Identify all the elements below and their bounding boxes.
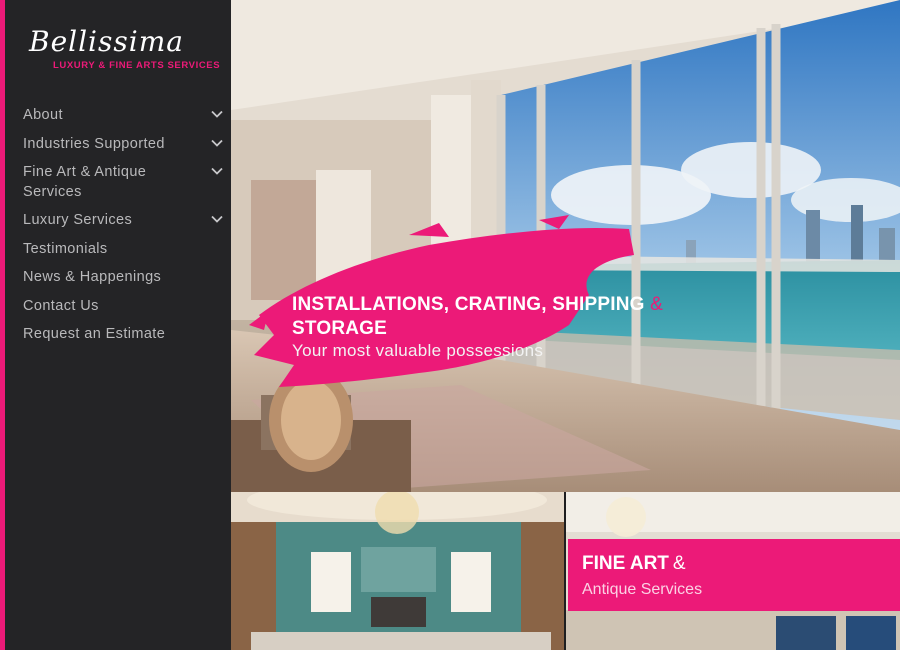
chevron-down-icon[interactable] bbox=[211, 108, 223, 120]
fine-art-title: FINE ART & bbox=[582, 553, 686, 575]
nav-item-industries-supported[interactable]: Industries Supported bbox=[23, 135, 223, 155]
brand-tagline: LUXURY & FINE ARTS SERVICES bbox=[53, 60, 221, 71]
brand-name: Bellissima bbox=[29, 25, 184, 58]
dining-room-tile[interactable] bbox=[231, 492, 564, 650]
chevron-down-icon[interactable] bbox=[211, 165, 223, 177]
brand-logo[interactable]: Bellissima LUXURY & FINE ARTS SERVICES bbox=[27, 25, 227, 72]
fine-art-title-amp: & bbox=[672, 553, 686, 574]
nav-item-news-happenings[interactable]: News & Happenings bbox=[23, 268, 223, 288]
hero-subtitle: Your most valuable possessions bbox=[292, 341, 544, 360]
hero-title-main: INSTALLATIONS, CRATING, SHIPPING bbox=[292, 294, 645, 315]
hero-title: INSTALLATIONS, CRATING, SHIPPING & STORA… bbox=[292, 293, 762, 341]
main-nav: About Industries Supported Fine Art & An… bbox=[23, 106, 223, 354]
hero-title-amp: & bbox=[650, 294, 663, 315]
nav-item-label: Luxury Services bbox=[23, 212, 133, 228]
nav-item-contact-us[interactable]: Contact Us bbox=[23, 297, 223, 317]
fine-art-subtitle: Antique Services bbox=[582, 581, 703, 598]
dining-room-image bbox=[231, 492, 564, 650]
nav-item-label: Contact Us bbox=[23, 297, 99, 314]
nav-item-about[interactable]: About bbox=[23, 106, 223, 126]
nav-item-label: Fine Art & Antique Services bbox=[23, 164, 147, 200]
nav-item-fine-art-antique[interactable]: Fine Art & Antique Services bbox=[23, 163, 223, 202]
fine-art-callout[interactable]: FINE ART & Antique Services bbox=[568, 539, 900, 611]
nav-item-label: About bbox=[23, 107, 63, 123]
nav-item-luxury-services[interactable]: Luxury Services bbox=[23, 211, 223, 231]
sidebar: Bellissima LUXURY & FINE ARTS SERVICES A… bbox=[0, 0, 231, 650]
hero-title-tail: STORAGE bbox=[292, 318, 388, 339]
nav-item-testimonials[interactable]: Testimonials bbox=[23, 240, 223, 260]
nav-item-label: Request an Estimate bbox=[23, 326, 166, 342]
hero-text: INSTALLATIONS, CRATING, SHIPPING & STORA… bbox=[292, 293, 762, 361]
chevron-down-icon[interactable] bbox=[211, 137, 223, 149]
nav-item-label: News & Happenings bbox=[23, 269, 162, 285]
chevron-down-icon[interactable] bbox=[211, 213, 223, 225]
fine-art-title-text: FINE ART bbox=[582, 553, 669, 574]
nav-item-label: Industries Supported bbox=[23, 135, 165, 152]
nav-item-request-estimate[interactable]: Request an Estimate bbox=[23, 325, 223, 345]
hero-banner[interactable]: INSTALLATIONS, CRATING, SHIPPING & STORA… bbox=[231, 0, 900, 492]
nav-item-label: Testimonials bbox=[23, 240, 108, 257]
